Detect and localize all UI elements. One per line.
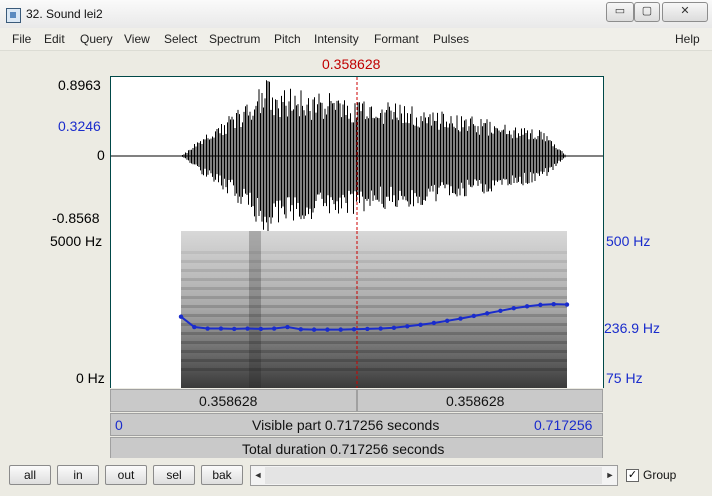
spectrogram-harmonic-band	[181, 287, 567, 290]
pitch-point	[471, 313, 477, 319]
pitch-point	[551, 301, 556, 307]
menu-spectrum[interactable]: Spectrum	[209, 32, 260, 46]
segment-right-duration: 0.358628	[446, 393, 505, 409]
pitch-point	[258, 326, 264, 332]
spectrogram-fmax-label: 5000 Hz	[50, 233, 103, 249]
window-title: 32. Sound lei2	[26, 7, 103, 21]
spectrogram-harmonic-band	[181, 368, 567, 371]
spectrogram-harmonic-band	[181, 323, 567, 326]
title-bar: 32. Sound lei2 ▭ ▢ ✕	[0, 0, 712, 29]
minimize-button[interactable]: ▭	[606, 2, 634, 22]
pitch-point	[218, 326, 224, 331]
pitch-point	[564, 302, 570, 307]
spectrogram-harmonic-band	[181, 269, 567, 272]
segment-right-bar[interactable]: 0.358628	[357, 389, 603, 412]
waveform-panel[interactable]	[110, 76, 604, 232]
visible-part-text: Visible part 0.717256 seconds	[252, 417, 440, 433]
spectrogram-onset-band	[249, 231, 261, 388]
pitch-point	[205, 326, 210, 331]
pitch-point	[338, 327, 343, 332]
menu-file[interactable]: File	[12, 32, 31, 46]
menu-help[interactable]: Help	[675, 32, 700, 46]
scroll-thumb[interactable]	[265, 467, 602, 484]
menu-select[interactable]: Select	[164, 32, 197, 46]
pitch-current-label: 236.9 Hz	[604, 320, 661, 336]
visible-end-time: 0.717256	[534, 417, 593, 433]
spectrogram-harmonic-band	[181, 305, 567, 308]
praat-app-icon	[6, 8, 21, 23]
spectrogram-harmonic-band	[181, 341, 567, 344]
segment-left-duration: 0.358628	[199, 393, 258, 409]
menu-edit[interactable]: Edit	[44, 32, 65, 46]
visible-part-bar[interactable]: 0 Visible part 0.717256 seconds 0.717256	[110, 413, 603, 436]
maximize-button[interactable]: ▢	[634, 2, 660, 22]
pitch-max-label: 500 Hz	[606, 233, 651, 249]
pitch-point	[391, 325, 397, 330]
spectrogram-fmin-label: 0 Hz	[76, 370, 105, 386]
scroll-left-icon[interactable]: ◄	[251, 466, 265, 485]
spectrogram-harmonic-band	[181, 332, 567, 335]
pitch-point	[245, 326, 250, 331]
menu-query[interactable]: Query	[80, 32, 113, 46]
spectrogram-plot[interactable]	[111, 231, 603, 388]
spectrogram-harmonic-band	[181, 296, 567, 299]
pitch-point	[405, 324, 410, 329]
spectrogram-harmonic-band	[181, 260, 567, 263]
pitch-point	[378, 326, 383, 331]
pitch-point	[178, 314, 184, 319]
waveform-cursor-value-label: 0.3246	[58, 118, 101, 134]
pitch-point	[538, 302, 543, 308]
zoom-in-button[interactable]: in	[57, 465, 99, 485]
pitch-min-label: 75 Hz	[606, 370, 643, 386]
waveform-ymax-label: 0.8963	[58, 77, 101, 93]
menu-bar: File Edit Query View Select Spectrum Pit…	[0, 28, 712, 51]
cursor-time-label: 0.358628	[322, 56, 381, 72]
spectrogram-harmonic-band	[181, 350, 567, 353]
group-label: Group	[643, 468, 677, 482]
pitch-point	[271, 326, 277, 331]
pitch-point	[311, 327, 317, 332]
time-scrollbar[interactable]: ◄ ►	[250, 465, 618, 486]
scroll-right-icon[interactable]: ►	[603, 466, 617, 485]
zoom-out-button[interactable]: out	[105, 465, 147, 485]
spectrogram-harmonic-band	[181, 251, 567, 254]
pitch-point	[232, 326, 237, 332]
spectrogram-panel[interactable]	[110, 231, 604, 388]
pitch-point	[511, 306, 516, 311]
total-duration-text: Total duration 0.717256 seconds	[242, 441, 445, 457]
waveform-zero-label: 0	[97, 147, 105, 163]
pitch-point	[298, 327, 303, 332]
pitch-point	[484, 311, 490, 316]
spectrogram-harmonic-band	[181, 314, 567, 317]
total-duration-bar[interactable]: Total duration 0.717256 seconds	[110, 437, 603, 460]
segment-left-bar[interactable]: 0.358628	[110, 389, 357, 412]
zoom-back-button[interactable]: bak	[201, 465, 243, 485]
pitch-point	[285, 324, 290, 330]
menu-view[interactable]: View	[124, 32, 150, 46]
pitch-point	[524, 304, 530, 309]
pitch-point	[445, 318, 450, 323]
group-checkbox[interactable]: ✓	[626, 469, 639, 482]
waveform-plot[interactable]	[111, 77, 603, 231]
pitch-point	[458, 316, 463, 321]
pitch-point	[431, 320, 437, 326]
close-button[interactable]: ✕	[662, 2, 708, 22]
pitch-point	[418, 322, 423, 328]
zoom-sel-button[interactable]: sel	[153, 465, 195, 485]
menu-pitch[interactable]: Pitch	[274, 32, 301, 46]
pitch-point	[325, 327, 330, 332]
pitch-point	[365, 326, 370, 332]
menu-intensity[interactable]: Intensity	[314, 32, 359, 46]
pitch-point	[192, 324, 197, 330]
pitch-point	[498, 308, 503, 313]
spectrogram-harmonic-band	[181, 359, 567, 362]
menu-formant[interactable]: Formant	[374, 32, 419, 46]
zoom-all-button[interactable]: all	[9, 465, 51, 485]
pitch-point	[351, 327, 357, 332]
waveform-ymin-label: -0.8568	[52, 210, 100, 226]
visible-start-time: 0	[115, 417, 123, 433]
spectrogram-harmonic-band	[181, 278, 567, 281]
menu-pulses[interactable]: Pulses	[433, 32, 469, 46]
